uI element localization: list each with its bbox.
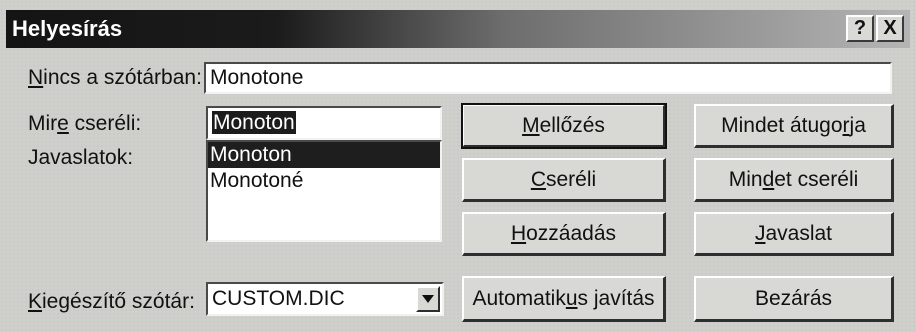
close-icon: X	[883, 17, 897, 39]
custom-dictionary-label: Kiegészítő szótár:	[28, 290, 195, 313]
ignore-button[interactable]: Mellőzés	[461, 103, 667, 149]
suggestion-item[interactable]: Monotoné	[208, 168, 440, 194]
help-icon: ?	[853, 17, 867, 39]
not-in-dictionary-field[interactable]: Monotone	[204, 62, 892, 94]
triangle-down-icon[interactable]	[416, 286, 440, 312]
suggest-button[interactable]: Javaslat	[694, 212, 894, 256]
suggestion-item[interactable]: Monoton	[208, 142, 440, 168]
suggestions-list[interactable]: Monoton Monotoné	[206, 140, 442, 242]
help-button[interactable]: ?	[846, 15, 874, 42]
window-title: Helyesírás	[12, 16, 123, 41]
close-button[interactable]: Bezárás	[694, 276, 894, 322]
custom-dictionary-value: CUSTOM.DIC	[212, 287, 345, 310]
close-window-button[interactable]: X	[876, 15, 904, 42]
title-bar: Helyesírás ? X	[6, 10, 910, 48]
change-all-button[interactable]: Min d et cseréli	[694, 158, 894, 202]
not-in-dictionary-label: Nincs a szótárban:	[28, 66, 202, 89]
spelling-dialog: Helyesírás ? X Nincs a szótárban: Monoto…	[0, 0, 916, 332]
suggestions-label: Javaslatok:	[28, 146, 134, 169]
change-button[interactable]: Cseréli	[462, 158, 666, 202]
not-in-dictionary-value: Monotone	[210, 66, 304, 89]
change-to-label: Mire cseréli:	[28, 112, 142, 135]
ignore-all-button[interactable]: Mindet átugo r ja	[694, 104, 894, 148]
change-to-input[interactable]: Monoton	[206, 106, 442, 140]
custom-dictionary-select[interactable]: CUSTOM.DIC	[206, 282, 444, 316]
autocorrect-button[interactable]: Automatik u s javítás	[462, 276, 666, 322]
change-to-value: Monoton	[212, 111, 296, 134]
add-button[interactable]: Hozzáadás	[462, 212, 666, 256]
